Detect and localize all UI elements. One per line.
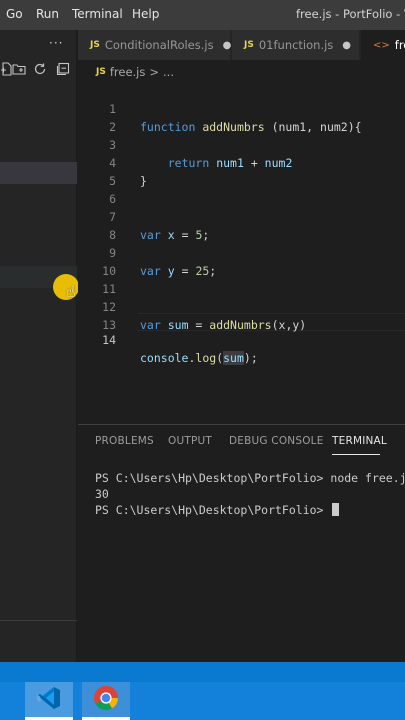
menu-go[interactable]: Go <box>6 7 23 21</box>
code-line: 1 function addNumbrs (num1, num2){ <box>78 82 405 134</box>
terminal-prompt-line[interactable]: PS C:\Users\Hp\Desktop\PortFolio> <box>95 503 340 517</box>
chrome-taskbar-button[interactable] <box>82 682 130 720</box>
vscode-taskbar-button[interactable] <box>25 682 73 720</box>
menu-run[interactable]: Run <box>36 7 59 21</box>
tab-01function[interactable]: JS 01function.js ● <box>232 30 360 60</box>
code-line: 5 <box>78 154 405 188</box>
code-line: 10 <box>78 244 405 278</box>
tab-free-active[interactable]: <> free <box>361 30 405 60</box>
js-file-icon: JS <box>96 67 106 77</box>
line-number: 14 <box>102 333 116 347</box>
collapse-all-icon[interactable] <box>56 62 70 80</box>
tab-problems[interactable]: PROBLEMS <box>95 435 154 447</box>
breadcrumb-symbols[interactable]: ... <box>163 65 174 79</box>
terminal-line: PS C:\Users\Hp\Desktop\PortFolio> node f… <box>95 471 405 485</box>
tab-label: 01function.js <box>258 38 334 52</box>
breadcrumb: JS free.js > ... <box>96 63 174 81</box>
active-tab-indicator <box>332 454 380 455</box>
tab-terminal[interactable]: TERMINAL <box>332 435 387 447</box>
more-actions-icon[interactable]: ··· <box>49 36 63 50</box>
tab-output[interactable]: OUTPUT <box>168 435 212 447</box>
paren-token: ); <box>243 351 258 365</box>
terminal-prompt: PS C:\Users\Hp\Desktop\PortFolio> <box>95 503 331 517</box>
menu-help[interactable]: Help <box>132 7 159 21</box>
code-line: 4 } <box>78 136 405 188</box>
code-line: 8 <box>78 208 405 242</box>
code-editor[interactable]: 1 function addNumbrs (num1, num2){ 2 3 r… <box>78 82 405 422</box>
new-folder-icon[interactable] <box>12 62 27 80</box>
menu-terminal[interactable]: Terminal <box>72 7 123 21</box>
hand-pointer-icon: ☝ <box>66 282 76 301</box>
code-file-icon: <> <box>373 39 390 51</box>
code-line-current: 14 console.log(sum); <box>78 313 405 365</box>
vscode-icon <box>36 685 62 714</box>
code-line: 2 <box>78 100 405 134</box>
terminal-output: 30 <box>95 487 109 501</box>
tab-debug-console[interactable]: DEBUG CONSOLE <box>229 435 324 447</box>
js-file-icon: JS <box>244 40 254 50</box>
code-line: 11 <box>78 262 405 296</box>
highlighted-variable-token: sum <box>223 351 244 365</box>
code-line: 12 var sum = addNumbrs(x,y) <box>78 280 405 332</box>
sidebar-divider <box>0 620 77 621</box>
unsaved-dot-icon[interactable]: ● <box>223 40 232 51</box>
function-name-token: log <box>195 351 217 365</box>
bottom-panel: PROBLEMS OUTPUT DEBUG CONSOLE TERMINAL P… <box>78 424 405 662</box>
code-line: 3 return num1 + num2 <box>78 118 405 170</box>
explorer-selected-row[interactable] <box>0 162 77 184</box>
editor-tabs: JS ConditionalRoles.js ● JS 01function.j… <box>78 30 405 60</box>
status-bar <box>0 662 405 682</box>
terminal-cursor <box>332 503 340 516</box>
sidebar-header: ··· <box>0 30 77 60</box>
code-line: 6 <box>78 172 405 206</box>
window-title: free.js - PortFolio - Vis <box>296 7 405 21</box>
tab-label: free <box>394 38 405 52</box>
object-token: console <box>140 351 189 365</box>
taskbar <box>0 682 405 720</box>
refresh-icon[interactable] <box>33 62 47 80</box>
code-line: 9 var y = 25; <box>78 226 405 278</box>
tab-conditionalroles[interactable]: JS ConditionalRoles.js ● <box>78 30 231 60</box>
explorer-sidebar: ··· <box>0 30 77 662</box>
tab-label: ConditionalRoles.js <box>104 38 214 52</box>
title-bar: Go Run Terminal Help free.js - PortFolio… <box>0 0 405 30</box>
breadcrumb-separator: > <box>149 65 160 79</box>
code-line: 7 var x = 5; <box>78 190 405 242</box>
js-file-icon: JS <box>90 40 100 50</box>
unsaved-dot-icon[interactable]: ● <box>342 40 351 51</box>
chrome-icon <box>92 684 120 715</box>
breadcrumb-file[interactable]: free.js <box>110 65 146 79</box>
explorer-toolbar <box>0 62 77 82</box>
